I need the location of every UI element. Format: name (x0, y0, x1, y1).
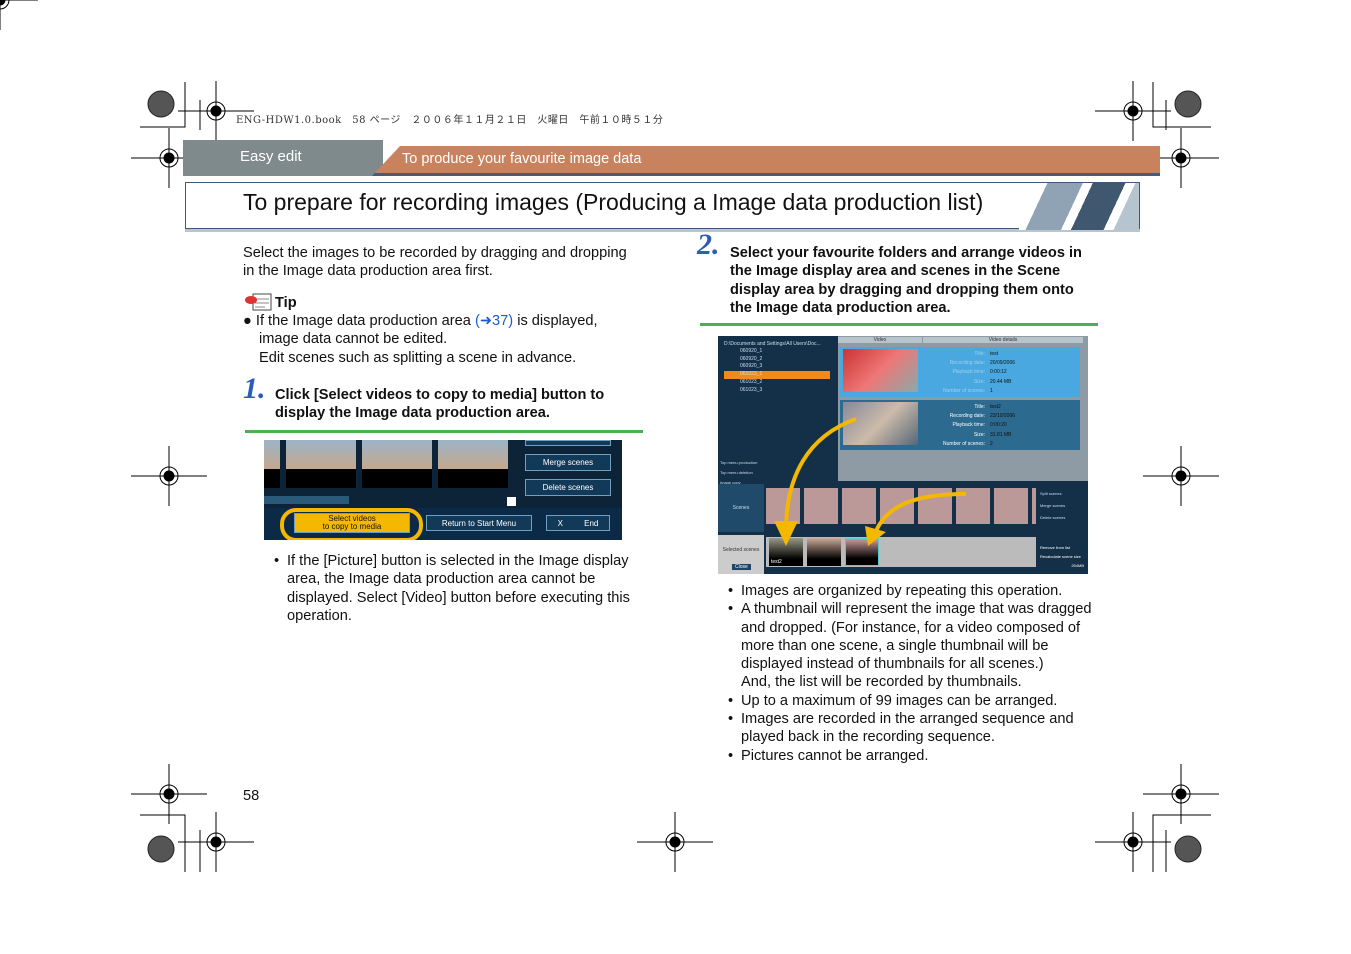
step2-notes: Images are organized by repeating this o… (728, 582, 1128, 765)
decorative-stripes (1019, 183, 1139, 230)
tip-line: is displayed, (513, 313, 598, 329)
note-line: displayed instead of thumbnails for all … (741, 656, 1044, 673)
memo-icon (245, 292, 273, 312)
select-videos-button: Select videos to copy to media (294, 513, 410, 533)
note: Up to a maximum of 99 images can be arra… (728, 692, 1128, 711)
step-line: the Image display area and scenes in the… (730, 263, 1061, 280)
note-line: Pictures cannot be arranged. (741, 747, 929, 764)
button-label: End (584, 518, 599, 528)
section-label: Easy edit (240, 148, 302, 165)
subsection-header: To produce your favourite image data (372, 146, 1160, 176)
note-line: Up to a maximum of 99 images can be arra… (741, 692, 1058, 709)
page-title-box: To prepare for recording images (Produci… (185, 182, 1140, 230)
step1-text: Click [Select videos to copy to media] b… (275, 386, 604, 423)
tip-line: If the Image data production area (255, 313, 475, 329)
button-label: Merge scenes (542, 458, 594, 467)
step-line: Select your favourite folders and arrang… (730, 245, 1082, 261)
note-line: and dropped. (For instance, for a video … (741, 619, 1081, 636)
note-line: Images are organized by repeating this o… (741, 583, 1063, 599)
note: Pictures cannot be arranged. (728, 747, 1128, 766)
note-line: area, the Image data production area can… (287, 571, 596, 588)
note-line: more than one scene, a single thumbnail … (741, 637, 1049, 654)
note-line: operation. (287, 607, 352, 624)
delete-scenes-button: Delete scenes (525, 479, 611, 496)
drag-arrows (774, 417, 967, 546)
page-link[interactable]: (➜37) (475, 313, 513, 329)
page-number: 58 (243, 788, 260, 804)
divider (700, 323, 1098, 326)
note: If the [Picture] button is selected in t… (274, 552, 654, 625)
step-line: Click [Select videos to copy to media] b… (275, 387, 605, 403)
subsection-label: To produce your favourite image data (402, 151, 642, 167)
step-number: 2. (697, 228, 720, 261)
note-line: If the [Picture] button is selected in t… (287, 553, 629, 569)
note-line: Images are recorded in the arranged sequ… (741, 711, 1074, 728)
intro-line: Select the images to be recorded by drag… (243, 245, 627, 261)
step-line: the Image data production area. (730, 299, 951, 316)
step-line: display area by dragging and dropping th… (730, 281, 1074, 298)
tip-text: ● If the Image data production area (➜37… (243, 312, 643, 367)
button-label: Delete scenes (542, 483, 594, 492)
return-button: Return to Start Menu (426, 515, 532, 531)
tip-label: Tip (275, 295, 297, 311)
note-line: displayed. Select [Video] button before … (287, 589, 630, 606)
note-line: A thumbnail will represent the image tha… (741, 601, 1092, 618)
button-label: Return to Start Menu (441, 518, 517, 528)
screenshot-production-area: Merge scenes Delete scenes Select videos… (264, 440, 622, 540)
note: Images are recorded in the arranged sequ… (728, 710, 1128, 747)
step2-text: Select your favourite folders and arrang… (730, 244, 1082, 317)
button-label: to copy to media (322, 522, 382, 531)
screenshot-image-data-production: D:\Documents and Settings\All Users\Doc.… (718, 336, 1088, 574)
section-header: Easy edit (183, 140, 383, 176)
step1-notes: If the [Picture] button is selected in t… (274, 552, 654, 625)
intro-text: Select the images to be recorded by drag… (243, 244, 627, 281)
note: A thumbnail will represent the image tha… (728, 600, 1128, 691)
page-title: To prepare for recording images (Produci… (243, 189, 984, 215)
tip-line: Edit scenes such as splitting a scene in… (259, 349, 577, 366)
divider (245, 430, 643, 433)
intro-line: in the Image data production area first. (243, 263, 493, 280)
end-button: X End (546, 515, 610, 531)
step-number: 1. (243, 372, 266, 405)
merge-scenes-button: Merge scenes (525, 454, 611, 471)
note: Images are organized by repeating this o… (728, 582, 1128, 601)
print-header: ENG-HDW1.0.book 58 ページ ２００６年１１月２１日 火曜日 午… (236, 115, 664, 126)
note-line: played back in the recording sequence. (741, 729, 995, 746)
tip-line: image data cannot be edited. (259, 331, 448, 348)
button-label: X (557, 518, 563, 528)
note-line: And, the list will be recorded by thumbn… (741, 674, 1022, 691)
bullet: ● (243, 313, 252, 329)
step-line: display the Image data production area. (275, 405, 550, 422)
